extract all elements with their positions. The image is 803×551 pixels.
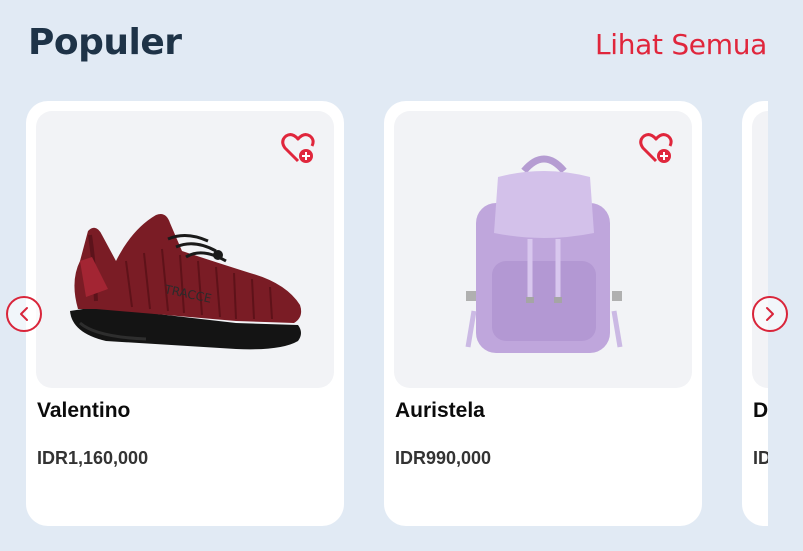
carousel-next-button[interactable] [752,296,788,332]
carousel-prev-button[interactable] [6,296,42,332]
product-card[interactable]: Auristela IDR990,000 [384,101,702,526]
heart-plus-icon[interactable] [638,131,674,167]
section-title: Populer [28,22,182,63]
product-price: IDR990,000 [395,448,492,468]
product-name: D [753,399,768,422]
product-card[interactable]: TRACCE Valentino IDR1,160,000 [26,101,344,526]
heart-plus-icon[interactable] [280,131,316,167]
product-name: Valentino [37,399,131,422]
product-image: TRACCE [36,111,334,388]
chevron-left-icon [20,307,28,321]
product-image [752,111,768,388]
product-price: IDR1,160,000 [37,448,149,468]
product-image [394,111,692,388]
chevron-right-icon [766,307,774,321]
product-name: Auristela [395,399,485,422]
see-all-link[interactable]: Lihat Semua [595,28,767,61]
product-carousel: TRACCE Valentino IDR1,160,000 Auristela … [26,101,768,527]
product-price: ID [753,448,768,468]
